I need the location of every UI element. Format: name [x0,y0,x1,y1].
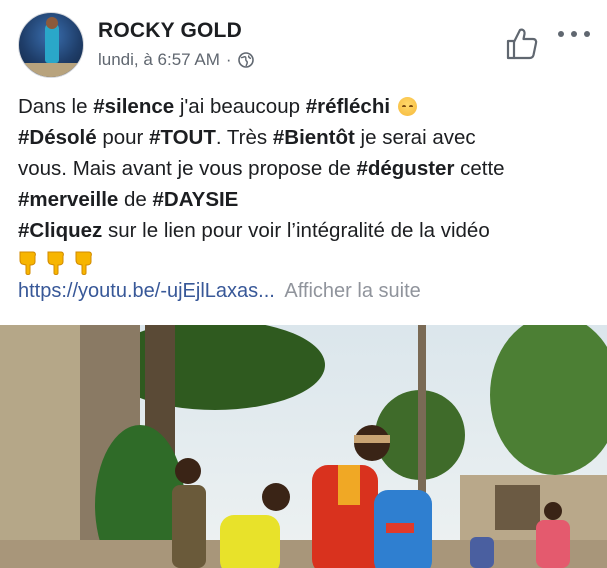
post-line-5: #Cliquez sur le lien pour voir l’intégra… [18,219,490,242]
pointing-down-icon [75,251,92,275]
author-avatar[interactable] [18,12,84,78]
post-meta: lundi, à 6:57 AM · [98,50,254,70]
hashtag-cliquez[interactable]: #Cliquez [18,219,102,242]
hashtag-reflechi[interactable]: #réfléchi [306,95,390,118]
facebook-post: ROCKY GOLD lundi, à 6:57 AM · Dans le #s… [0,0,607,568]
hashtag-merveille[interactable]: #merveille [18,188,118,211]
post-header: ROCKY GOLD lundi, à 6:57 AM · [0,0,607,86]
thumbnail-scene [0,325,607,568]
post-line-3: vous. Mais avant je vous propose de #dég… [18,157,505,180]
post-text: Dans le #silence j'ai beaucoup #réfléchi… [18,91,598,278]
post-line-4: #merveille de #DAYSIE [18,188,239,211]
see-more-link[interactable]: Afficher la suite [284,280,420,302]
pointing-down-icon [47,251,64,275]
pointing-down-icon [19,251,36,275]
hashtag-daysie[interactable]: #DAYSIE [153,188,239,211]
link-line: https://youtu.be/-ujEjlLaxas... Afficher… [18,280,421,303]
pointing-down-emojis [18,248,598,278]
author-name[interactable]: ROCKY GOLD [98,19,242,43]
post-line-2: #Désolé pour #TOUT. Très #Bientôt je ser… [18,126,476,149]
post-timestamp[interactable]: lundi, à 6:57 AM [98,50,220,70]
globe-icon[interactable] [237,52,254,68]
hashtag-silence[interactable]: #silence [93,95,174,118]
pensive-face-emoji [397,97,417,116]
hashtag-desole[interactable]: #Désolé [18,126,97,149]
hashtag-bientot[interactable]: #Bientôt [273,126,355,149]
youtube-link[interactable]: https://youtu.be/-ujEjlLaxas... [18,280,275,302]
hashtag-tout[interactable]: #TOUT [149,126,216,149]
post-line-1: Dans le #silence j'ai beaucoup #réfléchi [18,91,598,122]
thumbs-up-icon[interactable] [504,26,540,62]
more-options-icon[interactable] [558,28,590,40]
meta-separator: · [225,50,232,69]
post-video-thumbnail[interactable] [0,325,607,568]
hashtag-deguster[interactable]: #déguster [356,157,454,180]
